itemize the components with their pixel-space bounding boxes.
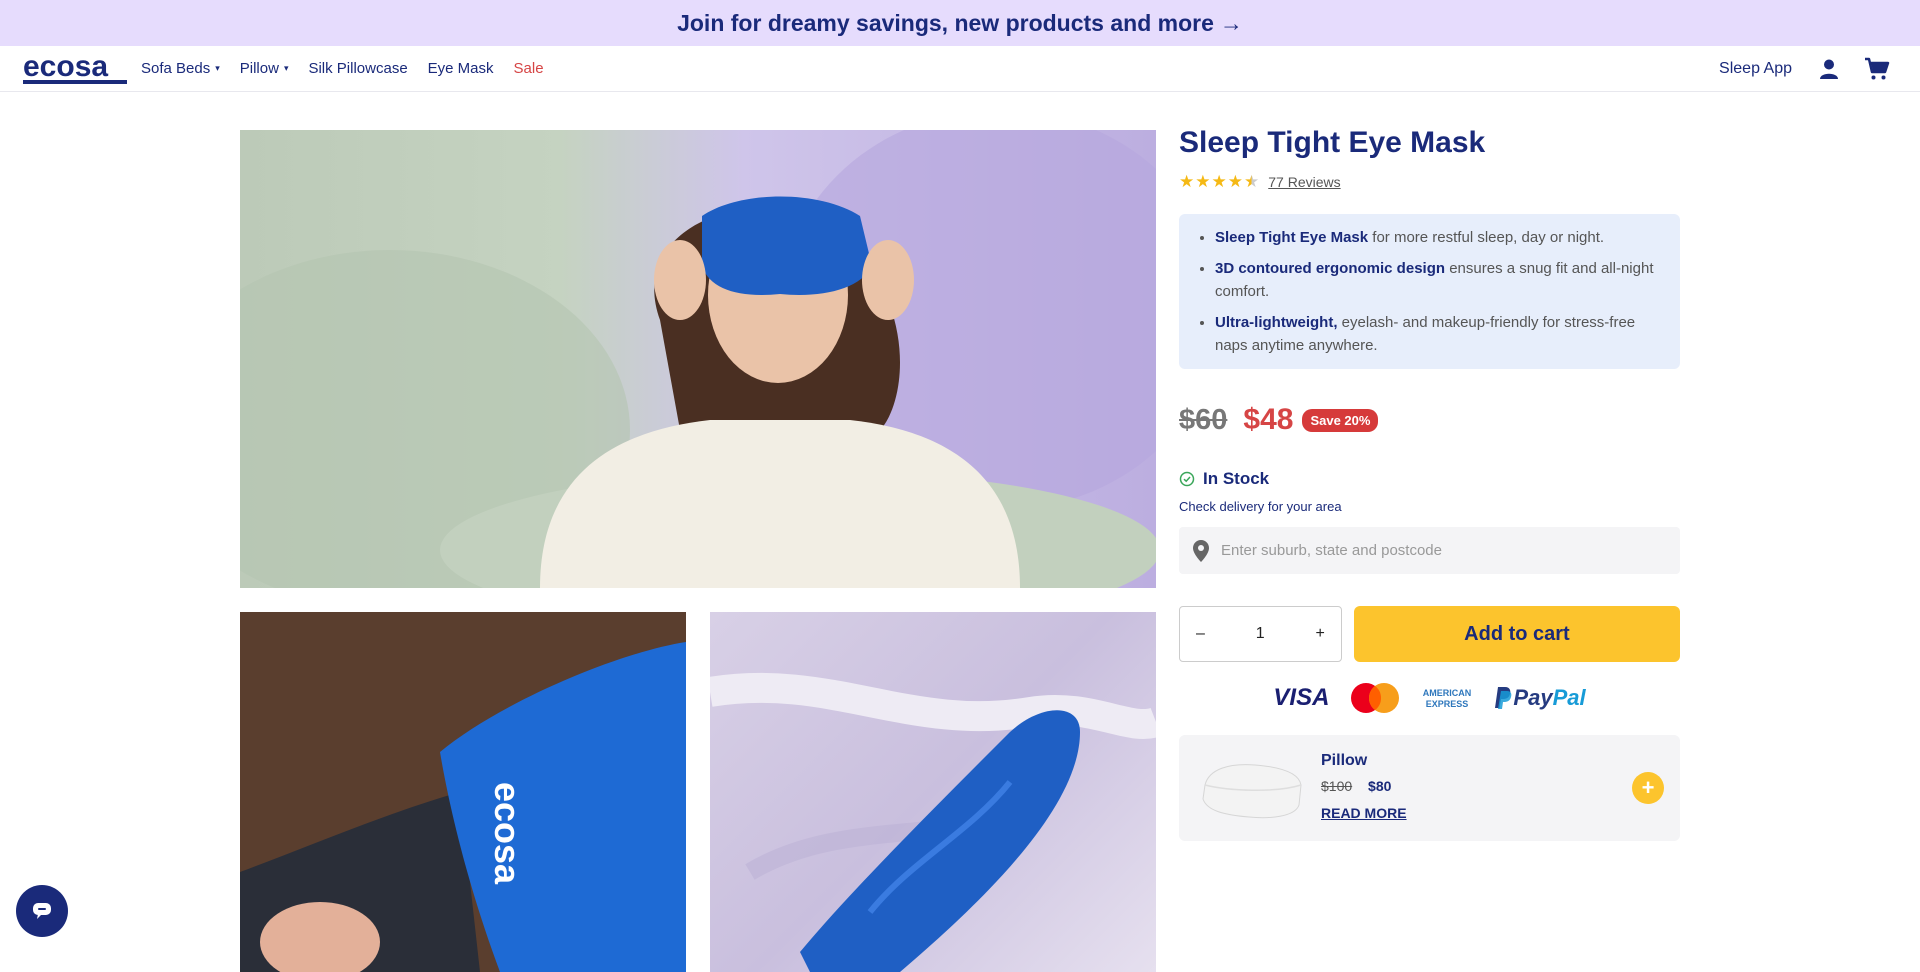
nav-item-sale[interactable]: Sale: [514, 60, 544, 77]
pillow-thumbnail[interactable]: [1199, 755, 1305, 821]
product-image-main[interactable]: [240, 130, 1156, 588]
star-half-icon: ★: [1244, 172, 1260, 191]
nav-item-sofa-beds[interactable]: Sofa Beds ▾: [141, 60, 220, 77]
cart-icon[interactable]: [1864, 57, 1890, 81]
nav-item-label: Sale: [513, 60, 544, 77]
delivery-search: [1179, 527, 1680, 574]
nav-item-eye-mask[interactable]: Eye Mask: [428, 60, 494, 77]
quantity-stepper: – 1 +: [1179, 606, 1342, 662]
chat-bubble-icon: [33, 903, 51, 919]
star-icon: ★: [1227, 172, 1243, 191]
location-pin-icon: [1193, 539, 1209, 562]
nav-item-label: Pillow: [239, 60, 279, 77]
star-icon: ★: [1211, 172, 1227, 191]
nav-item-label: Sofa Beds: [141, 60, 211, 77]
add-upsell-button[interactable]: +: [1632, 772, 1664, 804]
chevron-down-icon: ▾: [283, 63, 289, 73]
star-icon: ★: [1179, 172, 1195, 191]
ecosa-logo[interactable]: ecosa: [23, 53, 127, 85]
increment-button[interactable]: +: [1316, 625, 1325, 643]
paypal-logo: Pay Pal: [1493, 685, 1586, 711]
feature-list: Sleep Tight Eye Mask for more restful sl…: [1179, 214, 1680, 369]
svg-text:ecosa: ecosa: [23, 53, 108, 83]
delivery-label: Check delivery for your area: [1179, 499, 1342, 514]
svg-text:ecosa: ecosa: [487, 782, 528, 885]
add-to-cart-button[interactable]: Add to cart: [1353, 606, 1680, 662]
stock-status: In Stock: [1179, 469, 1680, 489]
upsell-card: Pillow $100 $80 READ MORE +: [1179, 735, 1680, 841]
rating: ★ ★ ★ ★ ★ 77 Reviews: [1179, 172, 1680, 192]
promo-banner[interactable]: Join for dreamy savings, new products an…: [0, 0, 1920, 46]
chevron-down-icon: ▾: [215, 63, 220, 73]
nav-item-label: Silk Pillowcase: [308, 60, 408, 77]
sale-price: $48: [1243, 403, 1294, 436]
old-price: $60: [1179, 403, 1228, 436]
upsell-prices: $100 $80: [1321, 778, 1391, 794]
decrement-button[interactable]: –: [1196, 625, 1205, 643]
paypal-p-icon: [1495, 687, 1512, 709]
chat-button[interactable]: [16, 885, 68, 937]
upsell-old-price: $100: [1321, 778, 1353, 794]
postcode-input[interactable]: [1221, 542, 1661, 559]
reviews-link[interactable]: 77 Reviews: [1268, 174, 1340, 190]
user-icon[interactable]: [1818, 58, 1840, 80]
price-row: $60 $48 Save 20%: [1179, 403, 1680, 437]
payment-methods: VISA AMERICAN EXPRESS Pay Pal: [1179, 682, 1680, 714]
save-badge: Save 20%: [1302, 408, 1379, 432]
check-circle-icon: [1179, 471, 1195, 487]
quantity-value[interactable]: 1: [1256, 625, 1265, 643]
sleep-app-link[interactable]: Sleep App: [1719, 60, 1792, 78]
stock-label: In Stock: [1203, 469, 1270, 488]
nav-item-silk-pillowcase[interactable]: Silk Pillowcase: [308, 60, 407, 77]
nav-item-label: Eye Mask: [427, 60, 494, 77]
cart-row: – 1 + Add to cart: [1179, 606, 1680, 662]
product-image-side[interactable]: ecosa: [240, 612, 686, 972]
promo-banner-text: Join for dreamy savings, new products an…: [677, 9, 1214, 36]
visa-logo: VISA: [1273, 684, 1330, 711]
star-rating: ★ ★ ★ ★ ★: [1179, 172, 1260, 192]
product-title: Sleep Tight Eye Mask: [1179, 126, 1486, 159]
feature-item: Sleep Tight Eye Mask for more restful sl…: [1215, 226, 1664, 249]
nav-right: Sleep App: [1719, 46, 1890, 92]
star-icon: ★: [1195, 172, 1211, 191]
mask-side-view-illustration: ecosa: [240, 612, 686, 972]
product-image-flat[interactable]: [710, 612, 1156, 972]
product-gallery: ecosa: [240, 130, 1156, 972]
svg-text:EXPRESS: EXPRESS: [1426, 699, 1469, 709]
read-more-link[interactable]: READ MORE: [1321, 805, 1407, 821]
arrow-right-icon: →: [1219, 9, 1243, 36]
mask-on-sheet-illustration: [710, 672, 1156, 972]
feature-item: 3D contoured ergonomic design ensures a …: [1215, 257, 1664, 303]
main-nav: ecosa Sofa Beds ▾ Pillow ▾ Silk Pillowca…: [0, 46, 1920, 92]
product-info: Sleep Tight Eye Mask ★ ★ ★ ★ ★ 77 Review…: [1179, 126, 1680, 841]
mastercard-logo: [1351, 683, 1400, 713]
upsell-name: Pillow: [1321, 752, 1368, 769]
amex-logo: AMERICAN EXPRESS: [1423, 688, 1472, 709]
nav-item-pillow[interactable]: Pillow ▾: [240, 60, 289, 77]
svg-text:AMERICAN: AMERICAN: [1423, 688, 1472, 698]
upsell-price: $80: [1368, 778, 1392, 794]
feature-item: Ultra-lightweight, eyelash- and makeup-f…: [1215, 311, 1664, 357]
model-wearing-mask-illustration: [240, 130, 1156, 588]
